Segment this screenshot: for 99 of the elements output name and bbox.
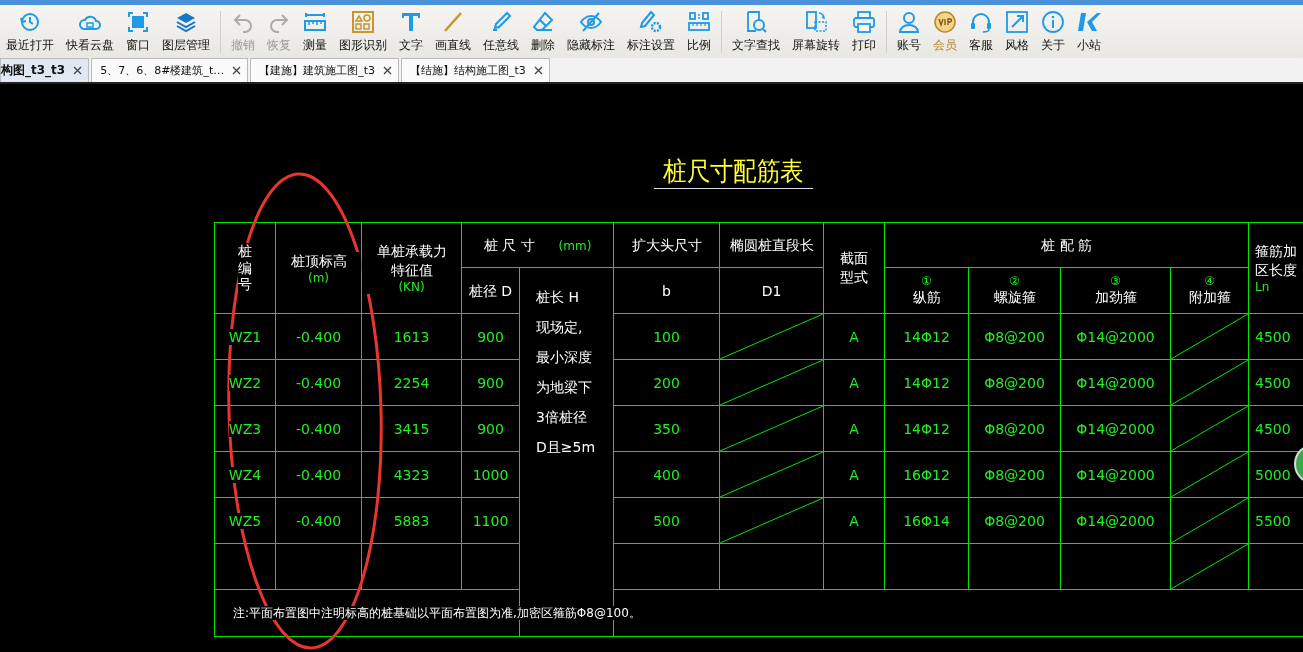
table-cell: A — [849, 329, 859, 345]
close-icon[interactable] — [232, 66, 242, 75]
document-search-icon — [744, 9, 768, 34]
table-cell: 350 — [653, 421, 680, 437]
toolbar-button[interactable]: 窗口 — [120, 9, 156, 54]
toolbar-button[interactable]: 文字查找 — [726, 9, 786, 54]
toolbar-button[interactable]: 画直线 — [429, 9, 477, 54]
table-cell: Φ14@2000 — [1076, 329, 1155, 345]
window-icon — [126, 9, 150, 34]
document-tab[interactable]: 【结施】结构施工图_t3 — [401, 58, 550, 82]
table-cell: Φ14@2000 — [1076, 421, 1155, 437]
info-icon — [1041, 9, 1065, 34]
pen-gear-icon — [639, 9, 663, 34]
table-cell: WZ4 — [228, 467, 262, 483]
document-tab[interactable]: 构图_t3_t3 — [0, 58, 90, 82]
table-cell: Φ8@200 — [984, 421, 1045, 437]
table-heading: 桩 尺 寸 — [483, 237, 535, 253]
person-icon — [897, 9, 921, 34]
table-cell: 900 — [477, 421, 504, 437]
table-cell: 400 — [653, 467, 680, 483]
unit-label: (mm) — [558, 239, 592, 253]
table-cell: 900 — [477, 329, 504, 345]
table-heading: 椭圆桩直段长 — [729, 237, 814, 253]
table-cell: Φ8@200 — [984, 513, 1045, 529]
toolbar-button[interactable]: 删除 — [525, 9, 561, 54]
table-cell: Φ8@200 — [984, 467, 1045, 483]
table-cell: 14Φ12 — [903, 329, 950, 345]
table-cell: A — [849, 421, 859, 437]
toolbar-button[interactable]: 屏幕旋转 — [786, 9, 846, 54]
toolbar-button[interactable]: 最近打开 — [0, 9, 60, 54]
toolbar-button[interactable]: 账号 — [891, 9, 927, 54]
table-cell: A — [849, 513, 859, 529]
table-cell: 2254 — [393, 375, 430, 391]
toolbar-button[interactable]: 任意线 — [477, 9, 525, 54]
table-cell: WZ1 — [228, 329, 262, 345]
vip-badge-icon — [933, 9, 957, 34]
table-heading: b — [662, 282, 671, 299]
table-cell: 1000 — [472, 467, 509, 483]
table-cell: WZ5 — [228, 513, 262, 529]
table-cell: -0.400 — [295, 421, 342, 437]
toolbar-button[interactable]: 小站 — [1071, 9, 1107, 54]
table-cell: A — [849, 375, 859, 391]
table-cell: Φ8@200 — [984, 329, 1045, 345]
table-cell: -0.400 — [295, 329, 342, 345]
table-heading: 桩径 D — [468, 282, 513, 299]
toolbar-button[interactable]: 比例 — [681, 9, 717, 54]
toolbar-button[interactable]: 文字 — [393, 9, 429, 54]
document-tab[interactable]: 5、7、6、8#楼建筑_t… — [91, 58, 249, 82]
table-cell: 14Φ12 — [903, 421, 950, 437]
document-tab[interactable]: 【建施】建筑施工图_t3 — [250, 58, 399, 82]
drawing-title: 桩尺寸配筋表 — [663, 155, 804, 188]
table-cell: 4500 — [1255, 375, 1291, 391]
toolbar-button[interactable]: 图层管理 — [156, 9, 216, 54]
table-cell: 5000 — [1255, 467, 1291, 483]
toolbar-button[interactable]: 客服 — [963, 9, 999, 54]
toolbar-button[interactable]: 打印 — [846, 9, 882, 54]
toolbar-button[interactable]: 图形识别 — [333, 9, 393, 54]
table-cell: -0.400 — [295, 375, 342, 391]
table-cell: A — [849, 467, 859, 483]
printer-icon — [852, 9, 876, 34]
scale-icon — [687, 9, 711, 34]
toolbar-button[interactable]: 标注设置 — [621, 9, 681, 54]
table-cell: -0.400 — [295, 467, 342, 483]
table-cell: WZ2 — [228, 375, 262, 391]
table-cell: 900 — [477, 375, 504, 391]
table-heading: 桩编号 — [238, 243, 252, 292]
toolbar-button[interactable]: 测量 — [297, 9, 333, 54]
table-cell: 16Φ12 — [903, 467, 950, 483]
table-cell: 4323 — [393, 467, 430, 483]
shapes-icon — [351, 9, 375, 34]
table-heading: 桩 配 筋 — [1041, 237, 1092, 253]
table-cell: 4500 — [1255, 329, 1291, 345]
table-cell: Φ14@2000 — [1076, 513, 1155, 529]
table-cell: 1613 — [393, 329, 430, 345]
toolbar-button[interactable]: 风格 — [999, 9, 1035, 54]
toolbar-button[interactable]: 快看云盘 — [60, 9, 120, 54]
table-cell: 500 — [653, 513, 680, 529]
eraser-icon — [531, 9, 555, 34]
table-cell: 1100 — [472, 513, 509, 529]
close-icon[interactable] — [73, 66, 83, 75]
screen-rotate-icon — [804, 9, 828, 34]
table-cell: 16Φ14 — [903, 513, 950, 529]
table-cell: 3415 — [393, 421, 430, 437]
toolbar-button[interactable]: 关于 — [1035, 9, 1071, 54]
table-heading: 扩大头尺寸 — [631, 237, 702, 253]
table-cell: 4500 — [1255, 421, 1291, 437]
toolbar-button[interactable]: 隐藏标注 — [561, 9, 621, 54]
table-cell: 200 — [653, 375, 680, 391]
table-cell: 100 — [653, 329, 680, 345]
table-cell: 5883 — [393, 513, 430, 529]
table-cell: Φ14@2000 — [1076, 375, 1155, 391]
table-cell: 14Φ12 — [903, 375, 950, 391]
table-cell: WZ3 — [228, 421, 262, 437]
close-icon[interactable] — [533, 66, 543, 75]
table-cell: Φ8@200 — [984, 375, 1045, 391]
close-icon[interactable] — [383, 66, 392, 75]
table-cell: Φ14@2000 — [1076, 467, 1155, 483]
table-cell: 5500 — [1255, 513, 1291, 529]
table-cell: -0.400 — [295, 513, 342, 529]
